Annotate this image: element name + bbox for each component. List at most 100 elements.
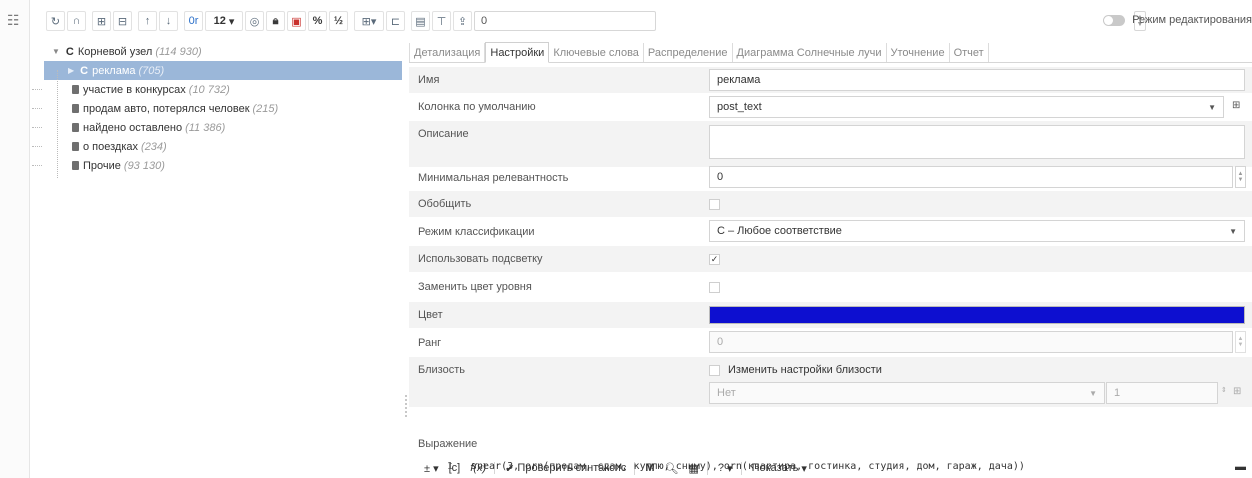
tab-refinement[interactable]: Уточнение [886, 43, 950, 62]
move-up-icon[interactable]: ↑ [138, 11, 157, 31]
classification-mode-select[interactable]: C – Любое соответствие ▼ [709, 220, 1245, 242]
font-size-value: 12 [213, 15, 226, 27]
tree-node[interactable]: найдено оставлено (11 386) [32, 118, 402, 137]
node-style-dropdown[interactable]: ⊞▾ [354, 11, 384, 31]
proximity-label: Близость [418, 364, 465, 376]
tree-icon[interactable]: ⊏ [386, 11, 405, 31]
replace-level-color-label: Заменить цвет уровня [418, 281, 532, 293]
row-description: Описание [409, 121, 1252, 167]
min-relevance-label: Минимальная релевантность [418, 172, 569, 184]
tree-node[interactable]: продам авто, потерялся человек (215) [32, 99, 402, 118]
toggle-switch[interactable] [1103, 14, 1126, 26]
proximity-picker-icon[interactable]: ⊞ [1233, 386, 1241, 397]
collapse-arrow-icon[interactable]: ▼ [52, 47, 60, 56]
row-default-column: Колонка по умолчанию post_text ▼ ⊞ [409, 94, 1252, 120]
rank-spinner[interactable]: ▲ ▼ [1235, 331, 1246, 353]
node-count: (705) [138, 64, 165, 77]
add-child-node-icon[interactable]: ⊞ [92, 11, 111, 31]
tab-settings[interactable]: Настройки [485, 42, 550, 63]
database-icon[interactable]: ▤ [411, 11, 430, 31]
node-count: (11 386) [185, 121, 226, 134]
export-icon[interactable]: ⇪ [453, 11, 472, 31]
or-icon[interactable]: 0r [184, 11, 203, 31]
move-down-icon[interactable]: ↓ [159, 11, 178, 31]
proximity-number-input[interactable]: 1 [1106, 382, 1218, 404]
refresh-icon[interactable]: ↻ [46, 11, 65, 31]
node-count: (215) [252, 102, 279, 115]
proximity-checkbox[interactable] [709, 364, 720, 376]
proximity-spinner[interactable]: ⇕ [1221, 386, 1227, 394]
add-sibling-node-icon[interactable]: ⊟ [113, 11, 132, 31]
use-highlight-checkbox[interactable]: ✓ [709, 254, 720, 265]
proximity-select-value: Нет [717, 387, 736, 399]
tree-node[interactable]: участие в конкурсах (10 732) [32, 80, 402, 99]
use-highlight-label: Использовать подсветку [418, 253, 543, 265]
toolbar-number-field[interactable]: 0 [474, 11, 656, 31]
panel-splitter[interactable] [404, 40, 407, 478]
min-relevance-spinner[interactable]: ▲ ▼ [1235, 166, 1246, 188]
rank-input[interactable]: 0 [709, 331, 1233, 353]
node-count: (10 732) [188, 83, 230, 96]
name-label: Имя [418, 74, 440, 86]
tree-node[interactable]: о поездках (234) [32, 137, 402, 156]
node-badge: C [65, 45, 74, 58]
tab-distribution[interactable]: Распределение [643, 43, 733, 62]
node-count: (234) [141, 140, 167, 153]
branch-icon[interactable]: ⊤ [432, 11, 451, 31]
document-icon [72, 161, 79, 170]
row-classification-mode: Режим классификации C – Любое соответств… [409, 219, 1252, 245]
tree-node[interactable]: Прочие (93 130) [32, 156, 402, 175]
filter-settings-icon[interactable]: ☷ [7, 12, 20, 29]
lock-icon[interactable]: 🔒︎ [266, 11, 285, 31]
category-tree: ▼ C Корневой узел (114 930) ▶ C реклама … [32, 42, 402, 175]
tree-root[interactable]: ▼ C Корневой узел (114 930) [44, 42, 402, 61]
font-size-dropdown[interactable]: 12 ▾ [205, 11, 243, 31]
fraction-icon[interactable]: ½ [329, 11, 348, 31]
default-column-select[interactable]: post_text ▼ [709, 96, 1224, 118]
tab-sunburst[interactable]: Диаграмма Солнечные лучи [732, 43, 887, 62]
generalize-checkbox[interactable] [709, 199, 720, 210]
tab-details[interactable]: Детализация [409, 43, 486, 62]
toolbar: ↻ ∩ ⊞ ⊟ ↑ ↓ 0r 12 ▾ ◎ 🔒︎ ▣ % ½ ⊞▾ ⊏ ▤ ⊤ … [46, 9, 1146, 33]
proximity-select[interactable]: Нет ▼ [709, 382, 1105, 404]
node-label: найдено оставлено [83, 121, 183, 134]
code-line: 1 snear(3, orn(продам, сдам, куплю, сним… [447, 461, 1025, 472]
description-textarea[interactable] [709, 125, 1245, 159]
classification-mode-value: C – Любое соответствие [717, 225, 842, 237]
expression-label: Выражение [418, 438, 478, 450]
document-icon [72, 104, 79, 113]
maximize-icon[interactable]: ▬ [1235, 461, 1246, 473]
node-count: (93 130) [123, 159, 165, 172]
document-icon [72, 85, 79, 94]
node-label: о поездках [83, 140, 139, 153]
node-label: Прочие [83, 159, 121, 172]
expand-arrow-icon[interactable]: ▶ [68, 66, 74, 75]
highlight-icon[interactable]: ▣ [287, 11, 306, 31]
name-input[interactable]: реклама [709, 69, 1245, 91]
document-icon [72, 142, 79, 151]
node-label: участие в конкурсах [83, 83, 186, 96]
default-column-value: post_text [717, 101, 762, 113]
row-use-highlight: Использовать подсветку ✓ [409, 246, 1252, 272]
plus-minus-dropdown[interactable]: ± ▾ [424, 462, 439, 475]
tab-keywords[interactable]: Ключевые слова [549, 43, 644, 62]
code-text: snear(3, orn(продам, сдам, куплю, сниму)… [471, 461, 1025, 472]
color-swatch[interactable] [709, 306, 1245, 324]
tree-node-selected[interactable]: ▶ C реклама (705) [44, 61, 402, 80]
tab-report[interactable]: Отчет [949, 43, 989, 62]
min-relevance-input[interactable]: 0 [709, 166, 1233, 188]
edit-mode-toggle[interactable]: Режим редактирования [1103, 14, 1252, 26]
reset-icon[interactable]: ∩ [67, 11, 86, 31]
default-column-label: Колонка по умолчанию [418, 101, 536, 113]
eye-icon[interactable]: ◎ [245, 11, 264, 31]
chevron-down-icon: ▼ [1089, 389, 1097, 398]
node-count: (114 930) [155, 45, 202, 58]
node-badge: C [80, 64, 89, 77]
column-picker-icon[interactable]: ⊞ [1232, 100, 1240, 111]
row-generalize: Обобщить [409, 191, 1252, 217]
percent-icon[interactable]: % [308, 11, 327, 31]
row-replace-level-color: Заменить цвет уровня [409, 274, 1252, 300]
node-label: реклама [92, 64, 136, 77]
color-label: Цвет [418, 309, 443, 321]
replace-level-color-checkbox[interactable] [709, 282, 720, 293]
